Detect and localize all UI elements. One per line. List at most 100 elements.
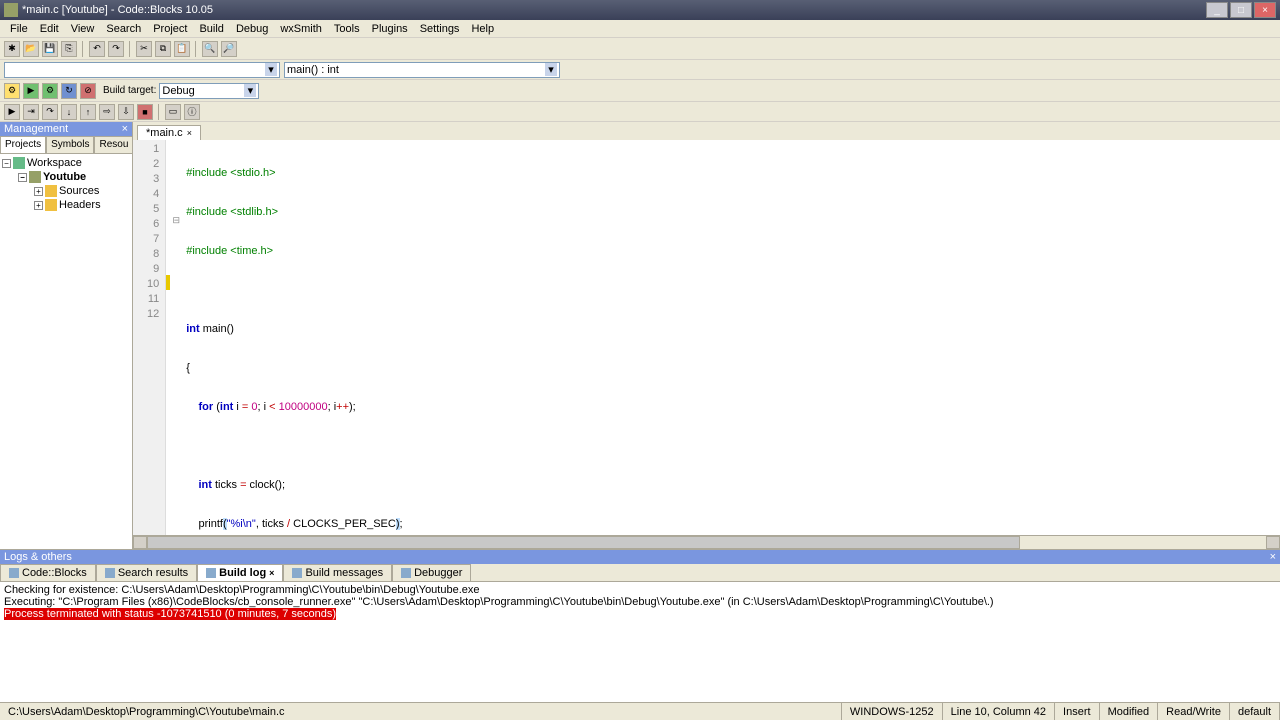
messages-icon (292, 568, 302, 578)
build-target-label: Build target: (103, 85, 156, 96)
chevron-down-icon: ▾ (545, 63, 557, 76)
step-into-icon[interactable]: ↓ (61, 104, 77, 120)
status-position: Line 10, Column 42 (943, 703, 1055, 720)
editor-hscroll[interactable] (133, 535, 1280, 549)
menu-file[interactable]: File (4, 21, 34, 37)
new-file-icon[interactable]: ✱ (4, 41, 20, 57)
scroll-thumb[interactable] (147, 536, 1020, 549)
bottom-panel: Logs & others× Code::Blocks Search resul… (0, 549, 1280, 702)
scroll-right-icon[interactable] (1266, 536, 1280, 549)
separator (82, 41, 84, 57)
menu-build[interactable]: Build (193, 21, 229, 37)
close-tab-icon[interactable]: × (269, 568, 274, 578)
chevron-down-icon: ▾ (265, 63, 277, 76)
menu-wxsmith[interactable]: wxSmith (274, 21, 328, 37)
menu-project[interactable]: Project (147, 21, 193, 37)
save-icon[interactable]: 💾 (42, 41, 58, 57)
menu-bar: File Edit View Search Project Build Debu… (0, 20, 1280, 38)
tab-codeblocks[interactable]: Code::Blocks (0, 564, 96, 581)
redo-icon[interactable]: ↷ (108, 41, 124, 57)
debug-windows-icon[interactable]: ▭ (165, 104, 181, 120)
replace-icon[interactable]: 🔎 (221, 41, 237, 57)
sidebar: Management× Projects Symbols Resou −Work… (0, 122, 133, 549)
scroll-left-icon[interactable] (133, 536, 147, 549)
stop-debug-icon[interactable]: ■ (137, 104, 153, 120)
debug-continue-icon[interactable]: ▶ (4, 104, 20, 120)
step-out-icon[interactable]: ↑ (80, 104, 96, 120)
open-icon[interactable]: 📂 (23, 41, 39, 57)
separator (158, 104, 160, 120)
tab-build-log[interactable]: Build log× (197, 564, 283, 581)
folder-icon (45, 185, 57, 197)
menu-settings[interactable]: Settings (414, 21, 466, 37)
separator (195, 41, 197, 57)
minimize-button[interactable]: _ (1206, 2, 1228, 18)
code-content[interactable]: #include <stdio.h> #include <stdlib.h> #… (182, 140, 406, 535)
logs-title: Logs & others× (0, 550, 1280, 564)
fold-margin[interactable]: ⊟ (170, 140, 182, 535)
menu-search[interactable]: Search (100, 21, 147, 37)
copy-icon[interactable]: ⧉ (155, 41, 171, 57)
tree-project[interactable]: −Youtube (18, 170, 130, 184)
maximize-button[interactable]: □ (1230, 2, 1252, 18)
paste-icon[interactable]: 📋 (174, 41, 190, 57)
find-icon[interactable]: 🔍 (202, 41, 218, 57)
next-line-icon[interactable]: ↷ (42, 104, 58, 120)
build-icon[interactable]: ⚙ (4, 83, 20, 99)
menu-edit[interactable]: Edit (34, 21, 65, 37)
expand-icon[interactable]: + (34, 187, 43, 196)
close-icon[interactable]: × (1270, 551, 1276, 563)
next-instr-icon[interactable]: ⇨ (99, 104, 115, 120)
menu-debug[interactable]: Debug (230, 21, 274, 37)
tab-resources[interactable]: Resou (94, 136, 132, 153)
fold-toggle-icon: ⊟ (170, 215, 182, 230)
close-button[interactable]: × (1254, 2, 1276, 18)
sidebar-title: Management× (0, 122, 132, 136)
menu-view[interactable]: View (65, 21, 101, 37)
build-log-output[interactable]: Checking for existence: C:\Users\Adam\De… (0, 582, 1280, 702)
close-tab-icon[interactable]: × (187, 128, 192, 138)
cut-icon[interactable]: ✂ (136, 41, 152, 57)
scope-combo-2[interactable]: main() : int▾ (284, 62, 560, 78)
tree-workspace[interactable]: −Workspace (2, 156, 130, 170)
run-to-cursor-icon[interactable]: ⇥ (23, 104, 39, 120)
tab-symbols[interactable]: Symbols (46, 136, 94, 153)
code-editor[interactable]: 123456789101112 ⊟ #include <stdio.h> #in… (133, 140, 1280, 535)
separator (129, 41, 131, 57)
status-path: C:\Users\Adam\Desktop\Programming\C\Yout… (0, 703, 842, 720)
close-icon[interactable]: × (122, 123, 128, 135)
project-icon (29, 171, 41, 183)
tab-build-messages[interactable]: Build messages (283, 564, 392, 581)
editor-tab-main[interactable]: *main.c× (137, 125, 201, 140)
line-gutter: 123456789101112 (133, 140, 166, 535)
tab-search-results[interactable]: Search results (96, 564, 197, 581)
undo-icon[interactable]: ↶ (89, 41, 105, 57)
status-profile: default (1230, 703, 1280, 720)
menu-plugins[interactable]: Plugins (366, 21, 414, 37)
build-target-combo[interactable]: Debug▾ (159, 83, 259, 99)
tree-sources[interactable]: +Sources (34, 184, 130, 198)
rebuild-icon[interactable]: ↻ (61, 83, 77, 99)
collapse-icon[interactable]: − (18, 173, 27, 182)
step-instr-icon[interactable]: ⇩ (118, 104, 134, 120)
run-icon[interactable]: ▶ (23, 83, 39, 99)
tab-projects[interactable]: Projects (0, 136, 46, 153)
collapse-icon[interactable]: − (2, 159, 11, 168)
tree-headers[interactable]: +Headers (34, 198, 130, 212)
build-run-icon[interactable]: ⚙ (42, 83, 58, 99)
workspace-icon (13, 157, 25, 169)
menu-tools[interactable]: Tools (328, 21, 366, 37)
scope-bar: ▾ main() : int▾ (0, 60, 1280, 80)
info-icon[interactable]: ⓘ (184, 104, 200, 120)
status-bar: C:\Users\Adam\Desktop\Programming\C\Yout… (0, 702, 1280, 720)
app-icon (4, 3, 18, 17)
tab-debugger[interactable]: Debugger (392, 564, 471, 581)
chevron-down-icon: ▾ (244, 84, 256, 97)
save-all-icon[interactable]: ⎘ (61, 41, 77, 57)
abort-icon[interactable]: ⊘ (80, 83, 96, 99)
title-bar: *main.c [Youtube] - Code::Blocks 10.05 _… (0, 0, 1280, 20)
scope-combo-1[interactable]: ▾ (4, 62, 280, 78)
menu-help[interactable]: Help (465, 21, 500, 37)
expand-icon[interactable]: + (34, 201, 43, 210)
debug-icon (401, 568, 411, 578)
